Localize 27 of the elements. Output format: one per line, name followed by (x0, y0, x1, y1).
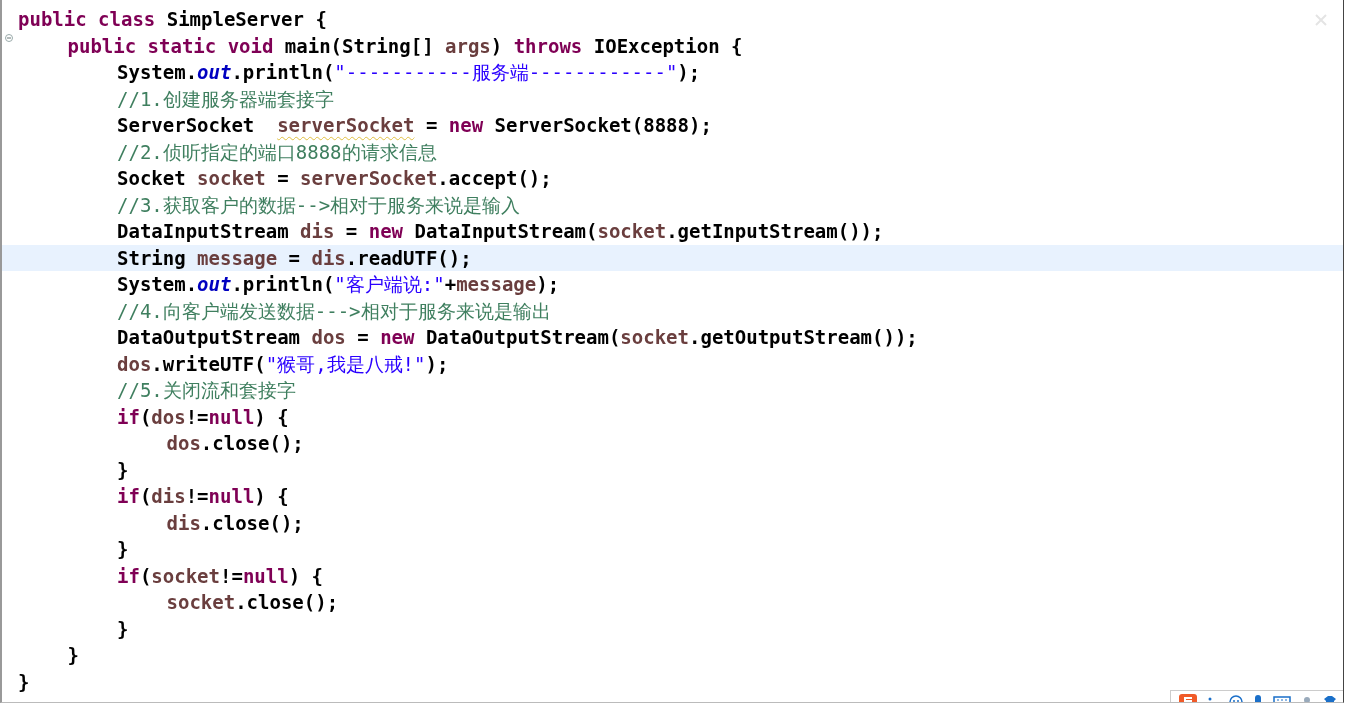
code-line: } (117, 537, 129, 562)
code-line: //3.获取客户的数据-->相对于服务来说是输入 (117, 192, 521, 217)
code-line: dos.writeUTF("猴哥,我是八戒!"); (117, 351, 449, 376)
code-line: System.out.println("-----------服务端------------"); (117, 60, 701, 85)
code-line: dis.close(); (166, 510, 304, 535)
code-line: socket.close(); (166, 590, 339, 615)
code-line: ServerSocket serverSocket = new ServerSocket(8888); (117, 113, 712, 138)
code-line: //2.侦听指定的端口8888的请求信息 (117, 139, 437, 164)
code-line: DataOutputStream dos = new DataOutputStream(socket.getOutputStream()); (117, 325, 918, 350)
collapse-icon[interactable] (5, 33, 13, 42)
code-line: } (117, 616, 129, 641)
code-line: System.out.println("客户端说:"+message); (117, 272, 560, 297)
code-line: String message = dis.readUTF(); (117, 245, 472, 270)
code-line: } (67, 643, 79, 668)
code-line: public class SimpleServer { (18, 7, 327, 32)
code-line: if(socket!=null) { (117, 563, 323, 588)
code-line: DataInputStream dis = new DataInputStream(socket.getInputStream()); (117, 219, 884, 244)
code-line: //1.创建服务器端套接字 (117, 86, 334, 111)
code-line: } (117, 457, 129, 482)
code-line: public static void main(String[] args) throws IOException { (67, 33, 743, 58)
code-line: if(dis!=null) { (117, 484, 289, 509)
code-line: if(dos!=null) { (117, 404, 289, 429)
code-line: //5.关闭流和套接字 (117, 378, 296, 403)
code-line: //4.向客户端发送数据--->相对于服务来说是输出 (117, 298, 551, 323)
code-line: } (18, 669, 30, 694)
code-line: Socket socket = serverSocket.accept(); (117, 166, 552, 191)
code-line: dos.close(); (166, 431, 304, 456)
